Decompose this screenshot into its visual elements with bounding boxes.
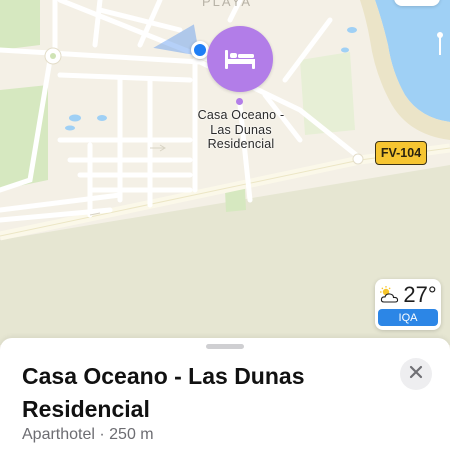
place-title-line: Casa Oceano - Las Dunas (22, 363, 305, 389)
map-view[interactable]: PLAYA Casa Oceano - Las Dunas Residencia… (0, 0, 450, 345)
route-shield: FV-104 (375, 141, 427, 165)
place-card-sheet[interactable]: Casa Oceano - Las Dunas Residencial Apar… (0, 338, 450, 450)
hotel-pin[interactable] (207, 26, 273, 92)
place-title: Casa Oceano - Las Dunas Residencial (22, 360, 382, 426)
place-label-line: Residencial (207, 137, 275, 151)
place-subtitle: Aparthotel · 250 m (22, 426, 154, 443)
place-title-line: Residencial (22, 396, 150, 422)
place-label-line: Las Dunas (210, 122, 272, 137)
pin-anchor-dot (236, 98, 243, 105)
sheet-grabber[interactable] (206, 344, 244, 349)
bed-icon (223, 48, 257, 70)
aqi-badge[interactable]: IQA (378, 309, 438, 326)
weather-widget[interactable]: 27° IQA (375, 279, 441, 330)
close-icon (409, 365, 423, 384)
place-label-line: Casa Oceano - (197, 108, 285, 122)
district-label: PLAYA (202, 0, 252, 9)
partly-sunny-icon (379, 286, 401, 304)
place-label[interactable]: Casa Oceano - Las Dunas Residencial (176, 108, 306, 152)
map-controls-button[interactable] (394, 0, 440, 6)
temperature: 27° (403, 282, 437, 307)
close-button[interactable] (400, 358, 432, 390)
